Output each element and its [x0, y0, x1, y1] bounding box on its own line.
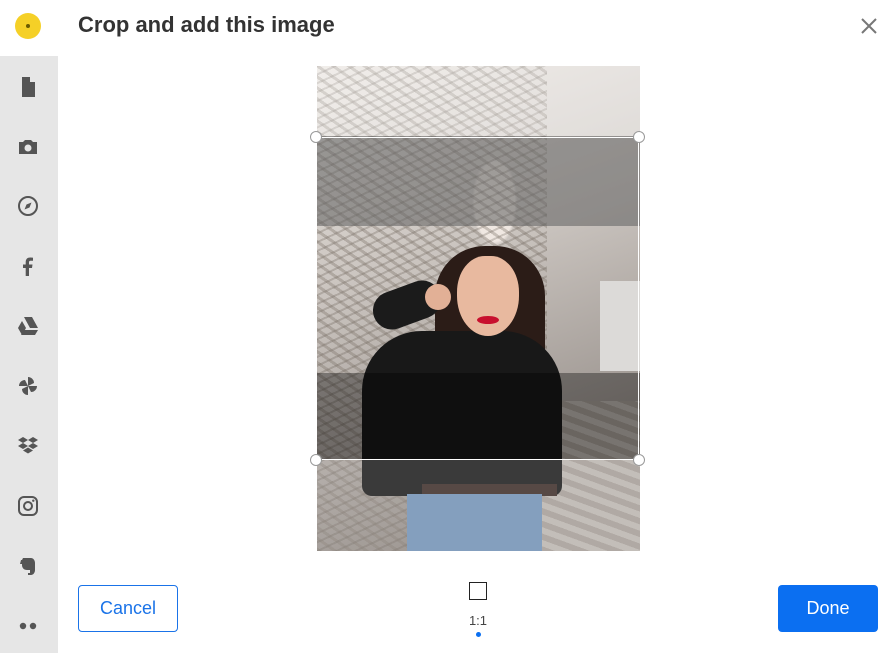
- done-button[interactable]: Done: [778, 585, 878, 632]
- instagram-icon[interactable]: [13, 491, 43, 521]
- evernote-icon[interactable]: [13, 551, 43, 581]
- aspect-ratio-1-1[interactable]: 1:1: [465, 582, 491, 637]
- crop-handle-bottom-right[interactable]: [633, 454, 645, 466]
- facebook-icon[interactable]: [13, 251, 43, 281]
- aspect-ratio-label: 1:1: [468, 613, 488, 628]
- crop-handle-bottom-left[interactable]: [310, 454, 322, 466]
- crop-frame[interactable]: [316, 137, 639, 460]
- compass-icon[interactable]: [13, 191, 43, 221]
- selected-indicator: [475, 632, 481, 637]
- logo-icon: [15, 13, 41, 39]
- pinwheel-icon[interactable]: [13, 371, 43, 401]
- source-sidebar: [0, 56, 58, 653]
- square-icon: [469, 582, 487, 600]
- file-icon[interactable]: [13, 72, 43, 102]
- google-drive-icon[interactable]: [13, 311, 43, 341]
- more-icon[interactable]: [13, 611, 43, 641]
- cancel-button[interactable]: Cancel: [78, 585, 178, 632]
- dialog-title: Crop and add this image: [78, 12, 335, 37]
- close-icon[interactable]: [857, 14, 881, 38]
- dropbox-icon[interactable]: [13, 431, 43, 461]
- crop-handle-top-left[interactable]: [310, 131, 322, 143]
- camera-icon[interactable]: [13, 132, 43, 162]
- crop-handle-top-right[interactable]: [633, 131, 645, 143]
- logo-area: [0, 0, 58, 56]
- crop-dim-bottom: [317, 460, 640, 551]
